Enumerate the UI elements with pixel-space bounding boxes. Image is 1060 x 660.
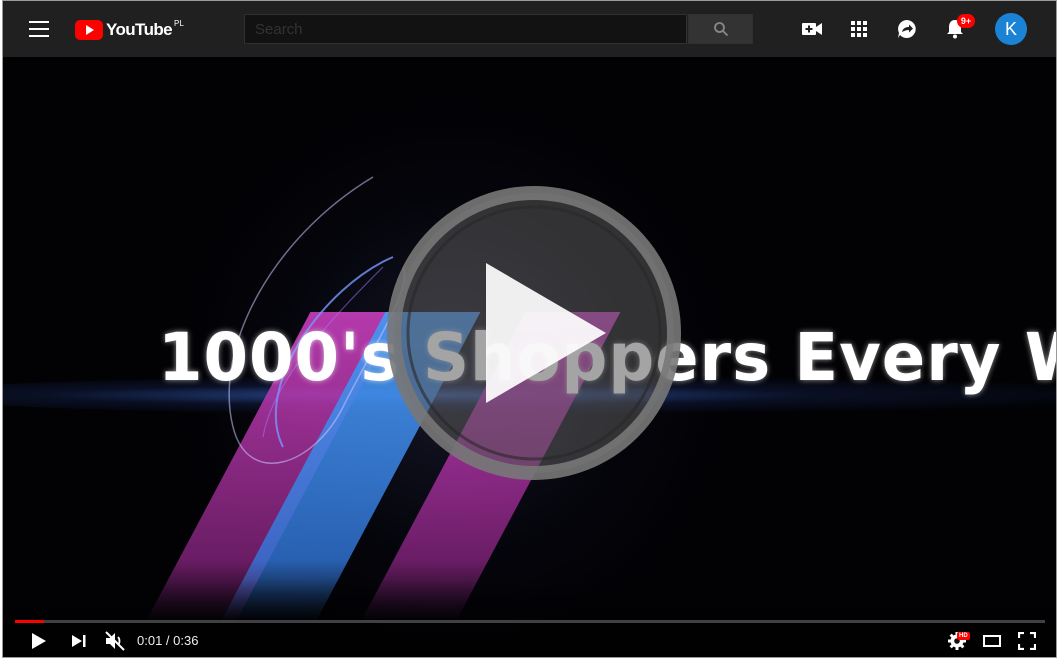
youtube-logo[interactable]: YouTube PL [75, 19, 184, 41]
volume-muted-icon [105, 631, 125, 651]
create-video-button[interactable] [800, 17, 824, 41]
apps-button[interactable] [847, 17, 871, 41]
hd-badge: HD [957, 632, 970, 640]
messages-button[interactable] [895, 17, 919, 41]
skip-next-icon [72, 635, 86, 647]
search-bar [244, 14, 753, 44]
theater-mode-button[interactable] [980, 628, 1004, 654]
fullscreen-button[interactable] [1015, 628, 1039, 654]
time-display: 0:01 / 0:36 [137, 633, 198, 648]
time-separator: / [162, 633, 174, 648]
apps-grid-icon [851, 21, 867, 37]
account-avatar[interactable]: K [995, 13, 1027, 45]
youtube-play-logo-icon [75, 20, 103, 40]
video-camera-add-icon [802, 23, 822, 35]
play-button[interactable] [27, 628, 51, 654]
share-message-icon [898, 20, 916, 38]
video-player[interactable]: 1000's Shoppers Every Week [3, 57, 1056, 657]
notification-count-badge: 9+ [957, 14, 975, 28]
play-icon [32, 633, 46, 649]
search-input[interactable] [244, 14, 687, 44]
next-button[interactable] [67, 628, 91, 654]
search-button[interactable] [688, 14, 753, 44]
logo-country-code: PL [174, 18, 184, 28]
progress-bar[interactable] [15, 620, 1045, 623]
mute-button[interactable] [103, 628, 127, 654]
big-play-button[interactable] [384, 183, 684, 483]
progress-played [15, 620, 44, 623]
play-circle-icon [387, 186, 681, 480]
search-icon [713, 22, 728, 37]
fullscreen-icon [1018, 632, 1036, 650]
current-time: 0:01 [137, 633, 163, 648]
masthead: YouTube PL Search 9+ K [3, 1, 1056, 57]
menu-icon[interactable] [29, 21, 49, 37]
logo-text: YouTube [106, 20, 173, 39]
theater-mode-icon [983, 635, 1001, 647]
duration: 0:36 [173, 633, 199, 648]
youtube-window: YouTube PL Search 9+ K 1000's Every 0:01… [2, 0, 1057, 658]
